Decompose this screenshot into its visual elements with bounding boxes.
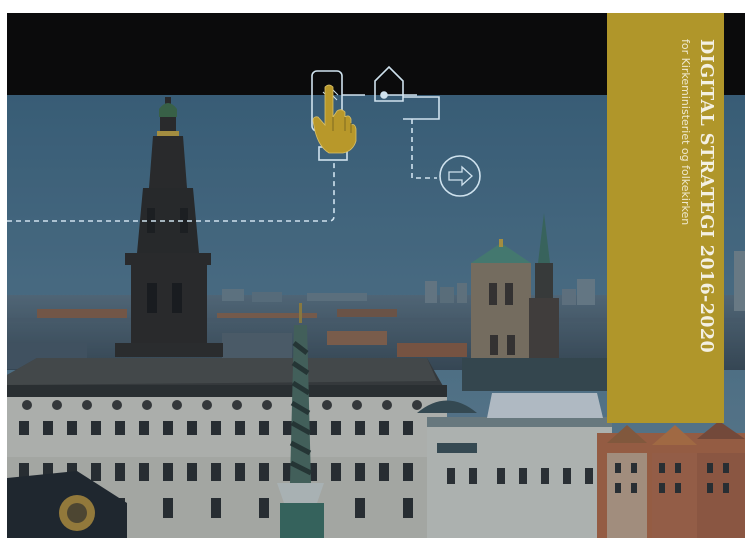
vertical-title-block: DIGITAL STRATEGI 2016-2020 for Kirkemini… <box>607 13 724 423</box>
report-subtitle: for Kirkeministeriet og folkekirken <box>679 39 692 226</box>
report-title: DIGITAL STRATEGI 2016-2020 <box>696 39 716 354</box>
title-band: DIGITAL STRATEGI 2016-2020 for Kirkemini… <box>607 13 724 423</box>
page: DIGITAL STRATEGI 2016-2020 for Kirkemini… <box>0 0 745 538</box>
report-cover: DIGITAL STRATEGI 2016-2020 for Kirkemini… <box>7 13 745 538</box>
